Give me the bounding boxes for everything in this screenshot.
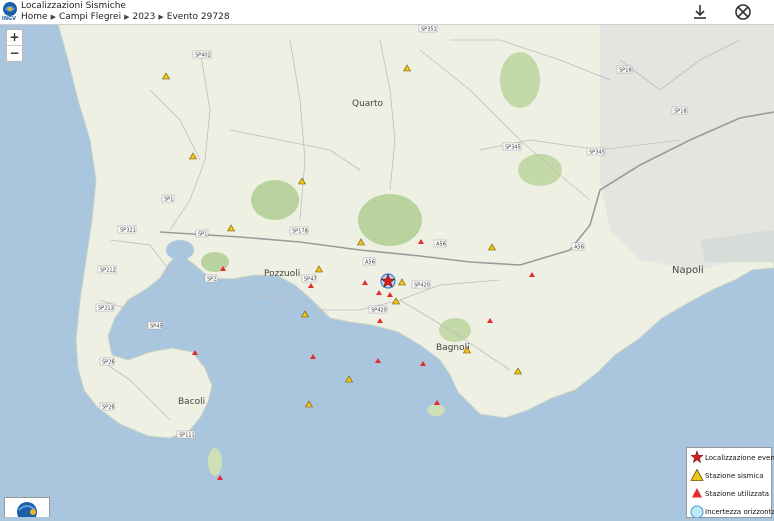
crater-park — [251, 180, 299, 220]
lake — [166, 240, 194, 260]
road-label: A56 — [436, 242, 446, 248]
breadcrumb-home[interactable]: Home — [21, 12, 48, 22]
breadcrumb-separator-icon: ▶ — [158, 13, 164, 21]
zoom-control: + − — [6, 29, 23, 62]
legend-label-used-station: Stazione utilizzata — [705, 490, 770, 498]
legend-item-uncertainty: Incertezza orizzontale — [687, 504, 774, 520]
breadcrumb-separator-icon: ▶ — [124, 13, 130, 21]
park — [518, 154, 562, 186]
ingv-mini-logo[interactable] — [4, 497, 50, 521]
islet — [208, 448, 222, 476]
road-label: SP45 — [150, 324, 163, 330]
road-label: SP111 — [179, 433, 195, 439]
road-label: SP47 — [304, 277, 317, 283]
place-label-quarto: Quarto — [352, 99, 384, 109]
road-label: SP420 — [414, 283, 430, 289]
road-label: SP18 — [619, 68, 632, 74]
road-label: SP178 — [292, 229, 308, 235]
map-legend: Localizzazione evento Stazione sismica S… — [686, 447, 774, 520]
road-label: SP345 — [589, 150, 605, 156]
road-label: A56 — [574, 245, 584, 251]
breadcrumb-year[interactable]: 2023 — [132, 12, 155, 22]
islet — [427, 404, 445, 416]
legend-item-used-station: Stazione utilizzata — [687, 486, 771, 502]
road-label: SP1 — [198, 232, 207, 238]
road-label: SP345 — [505, 145, 521, 151]
map-canvas[interactable]: Quarto Pozzuoli Napoli Bagnoli Bacoli SP… — [0, 24, 774, 516]
park — [500, 52, 540, 108]
yellow-triangle-icon — [690, 468, 704, 481]
zoom-in-button[interactable]: + — [7, 30, 22, 46]
road-label: SP26 — [102, 405, 115, 411]
crossed-circle-icon[interactable] — [734, 3, 752, 21]
crater-park — [358, 194, 422, 246]
place-label-pozzuoli: Pozzuoli — [264, 269, 300, 279]
app-title: Localizzazioni Sismiche — [21, 1, 126, 11]
download-icon[interactable] — [691, 3, 709, 21]
road-label: SP402 — [195, 53, 211, 59]
breadcrumb-area[interactable]: Campi Flegrei — [59, 12, 121, 22]
road-label: SP2 — [207, 277, 216, 283]
zoom-out-button[interactable]: − — [7, 46, 22, 61]
road-label: SP26 — [102, 360, 115, 366]
breadcrumb: Home ▶ Campi Flegrei ▶ 2023 ▶ Evento 29728 — [21, 12, 230, 22]
legend-item-event: Localizzazione evento — [687, 450, 774, 466]
breadcrumb-separator-icon: ▶ — [50, 13, 56, 21]
road-label: SP321 — [120, 228, 136, 234]
star-icon — [690, 450, 704, 464]
place-label-napoli: Napoli — [672, 265, 704, 276]
park — [439, 318, 471, 342]
globe-icon — [17, 502, 37, 521]
breadcrumb-event: Evento 29728 — [166, 12, 230, 22]
road-label: SP213 — [98, 306, 114, 312]
crater-park — [201, 252, 229, 272]
road-label: SP18 — [674, 109, 687, 115]
road-label: SP212 — [100, 268, 116, 274]
road-label: SP420 — [371, 308, 387, 314]
legend-item-station: Stazione sismica — [687, 468, 771, 484]
road-label: SP351 — [421, 27, 437, 33]
lake — [158, 313, 202, 337]
logo-text: INGV — [2, 16, 17, 22]
top-bar: INGV Localizzazioni Sismiche Home ▶ Campi … — [0, 0, 774, 25]
red-triangle-icon — [692, 488, 702, 498]
road-label: SP1 — [164, 197, 173, 203]
place-label-bacoli: Bacoli — [178, 397, 205, 407]
legend-label-event: Localizzazione evento — [705, 454, 774, 462]
legend-label-uncertainty: Incertezza orizzontale — [705, 508, 774, 516]
legend-label-station: Stazione sismica — [705, 472, 764, 480]
road-label: A56 — [365, 260, 375, 266]
